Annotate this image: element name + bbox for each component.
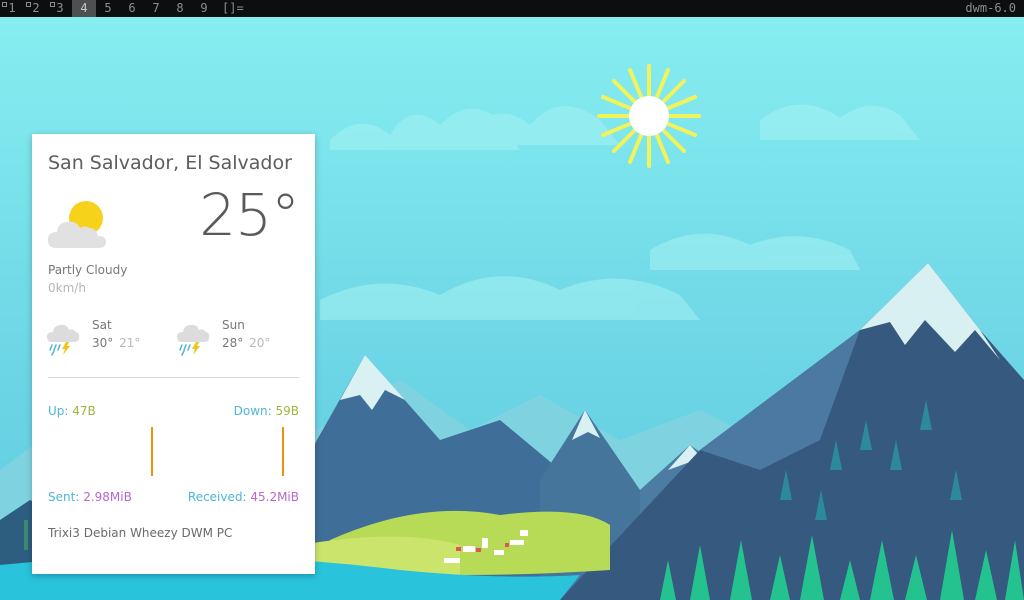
forecast-temps: 28° 20° — [222, 336, 270, 350]
hostname: Trixi3 Debian Wheezy DWM PC — [48, 526, 233, 540]
sun-icon — [597, 64, 701, 168]
download-rate: Down: 59B — [234, 404, 299, 418]
forecast-temps: 30° 21° — [92, 336, 140, 350]
tag-label: 9 — [200, 1, 208, 15]
tag-label: 1 — [8, 1, 16, 15]
tag-label: 8 — [176, 1, 184, 15]
condition-text: Partly Cloudy — [48, 263, 128, 277]
weather-widget: San Salvador, El Salvador 25° Partly Clo… — [32, 134, 315, 574]
forecast-day-sun: Sun 28° 20° — [176, 318, 296, 362]
tag-label: 2 — [32, 1, 40, 15]
total-received: Received: 45.2MiB — [188, 490, 299, 504]
download-value: 59B — [275, 404, 299, 418]
tag-7[interactable]: 7 — [144, 0, 168, 17]
tag-4[interactable]: 4 — [72, 0, 96, 17]
tag-label: 3 — [56, 1, 64, 15]
sent-label: Sent: — [48, 490, 80, 504]
total-sent: Sent: 2.98MiB — [48, 490, 132, 504]
partly-cloudy-icon — [48, 201, 106, 248]
layout-symbol[interactable]: []= — [216, 0, 250, 17]
tag-3[interactable]: 3 — [48, 0, 72, 17]
status-text: dwm-6.0 — [965, 1, 1016, 15]
divider — [48, 377, 299, 378]
tag-list: 1 2 3 4 5 6 7 8 9 []= — [0, 0, 250, 17]
sent-value: 2.98MiB — [83, 490, 132, 504]
received-label: Received: — [187, 490, 247, 504]
tag-label: 4 — [80, 1, 88, 15]
upload-value: 47B — [72, 404, 96, 418]
tag-label: 7 — [152, 1, 160, 15]
upload-label: Up: — [48, 404, 69, 418]
tag-8[interactable]: 8 — [168, 0, 192, 17]
forecast-low: 20° — [249, 336, 271, 350]
forecast-low: 21° — [119, 336, 141, 350]
tag-2[interactable]: 2 — [24, 0, 48, 17]
dwm-status-bar: 1 2 3 4 5 6 7 8 9 []= dwm-6.0 — [0, 0, 1024, 17]
tag-6[interactable]: 6 — [120, 0, 144, 17]
occupied-indicator — [50, 2, 55, 7]
upload-rate: Up: 47B — [48, 404, 96, 418]
forecast-high: 28° — [222, 336, 244, 350]
download-graph — [282, 427, 284, 476]
tag-label: 5 — [104, 1, 112, 15]
forecast-day-label: Sun — [222, 318, 245, 332]
upload-graph — [151, 427, 153, 476]
forecast-high: 30° — [92, 336, 114, 350]
forecast-day-label: Sat — [92, 318, 112, 332]
download-label: Down: — [233, 404, 272, 418]
forecast-day-sat: Sat 30° 21° — [46, 318, 166, 362]
occupied-indicator — [2, 2, 7, 7]
tag-9[interactable]: 9 — [192, 0, 216, 17]
location-title: San Salvador, El Salvador — [48, 152, 292, 174]
wind-speed: 0km/h — [48, 281, 86, 295]
tag-label: 6 — [128, 1, 136, 15]
tag-5[interactable]: 5 — [96, 0, 120, 17]
tag-1[interactable]: 1 — [0, 0, 24, 17]
thunderstorm-icon — [47, 324, 80, 356]
received-value: 45.2MiB — [250, 490, 299, 504]
thunderstorm-icon — [177, 324, 210, 356]
current-temperature: 25° — [199, 181, 300, 249]
occupied-indicator — [26, 2, 31, 7]
